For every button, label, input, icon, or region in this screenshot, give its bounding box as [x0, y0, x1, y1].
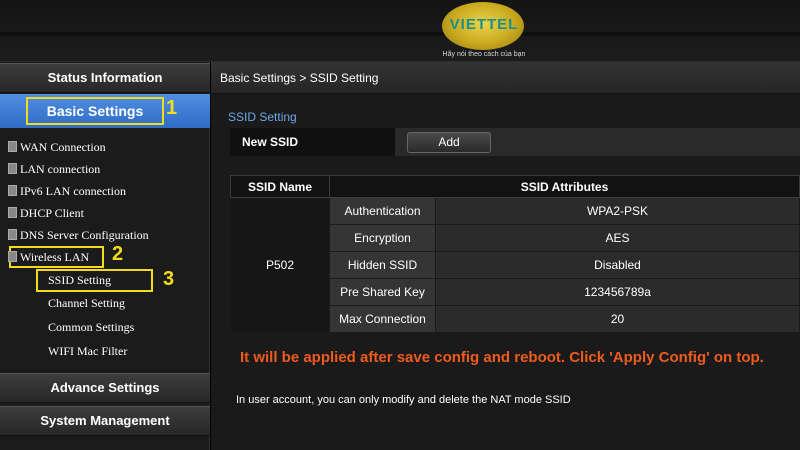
sidebar-item-wireless-lan[interactable]: Wireless LAN: [8, 247, 89, 267]
table-row: P502 Authentication WPA2-PSK: [230, 197, 800, 333]
sidebar-item-label: DHCP Client: [20, 206, 84, 220]
ssid-table: SSID Name SSID Attributes P502 Authentic…: [230, 175, 800, 333]
sidebar: Status Information Basic Settings 1 WAN …: [0, 62, 210, 450]
sidebar-item-label: Wireless LAN: [20, 250, 90, 264]
sidebar-subitem-common-settings[interactable]: Common Settings: [48, 317, 134, 337]
viettel-logo: VIETTEL Hãy nói theo cách của bạn: [428, 2, 540, 60]
attribute-value: 123456789a: [435, 278, 800, 306]
section-title: SSID Setting: [228, 110, 297, 124]
annotation-number-2: 2: [112, 243, 124, 265]
sidebar-item-dhcp-client[interactable]: DHCP Client: [8, 203, 84, 223]
apply-config-warning: It will be applied after save config and…: [240, 349, 764, 366]
logo-slogan: Hãy nói theo cách của bạn: [442, 51, 526, 58]
table-header-row: SSID Name SSID Attributes: [230, 175, 800, 198]
top-header: VIETTEL Hãy nói theo cách của bạn: [0, 0, 800, 62]
attribute-label: Pre Shared Key: [329, 278, 436, 306]
page-icon: [8, 141, 17, 152]
column-header-ssid-attributes: SSID Attributes: [329, 175, 800, 198]
sidebar-status-information[interactable]: Status Information: [0, 63, 210, 93]
logo-text: VIETTEL: [449, 16, 519, 33]
attribute-label: Encryption: [329, 224, 436, 252]
sidebar-item-label: WAN Connection: [20, 140, 106, 154]
user-account-note: In user account, you can only modify and…: [236, 394, 571, 406]
annotation-number-3: 3: [163, 268, 175, 290]
page-icon: [8, 251, 17, 262]
attribute-value: AES: [435, 224, 800, 252]
sidebar-item-dns-server-configuration[interactable]: DNS Server Configuration: [8, 225, 149, 245]
attribute-label: Hidden SSID: [329, 251, 436, 279]
ssid-name-cell: P502: [230, 197, 330, 333]
attribute-label: Authentication: [329, 197, 436, 225]
attribute-value: 20: [435, 305, 800, 333]
sidebar-item-wan-connection[interactable]: WAN Connection: [8, 137, 106, 157]
page-icon: [8, 207, 17, 218]
column-header-ssid-name: SSID Name: [230, 175, 330, 198]
sidebar-basic-settings[interactable]: Basic Settings 1: [0, 94, 210, 128]
sidebar-subitem-channel-setting[interactable]: Channel Setting: [48, 293, 125, 313]
sidebar-item-ipv6-lan-connection[interactable]: IPv6 LAN connection: [8, 181, 126, 201]
header-stripe: [0, 32, 800, 36]
annotation-number-1: 1: [166, 97, 178, 119]
attribute-value: Disabled: [435, 251, 800, 279]
new-ssid-row: New SSID Add: [230, 128, 800, 156]
main-content: Basic Settings > SSID Setting SSID Setti…: [211, 62, 800, 450]
sidebar-basic-settings-label: Basic Settings: [26, 97, 164, 125]
attribute-value: WPA2-PSK: [435, 197, 800, 225]
page-icon: [8, 185, 17, 196]
new-ssid-label: New SSID: [230, 128, 395, 156]
sidebar-item-label: LAN connection: [20, 162, 101, 176]
sidebar-subitem-wifi-mac-filter[interactable]: WIFI Mac Filter: [48, 341, 127, 361]
page-icon: [8, 163, 17, 174]
sidebar-item-label: DNS Server Configuration: [20, 228, 149, 242]
sidebar-item-lan-connection[interactable]: LAN connection: [8, 159, 100, 179]
add-ssid-button[interactable]: Add: [407, 132, 491, 153]
sidebar-advance-settings[interactable]: Advance Settings: [0, 373, 210, 403]
sidebar-subitem-ssid-setting[interactable]: SSID Setting: [48, 270, 111, 290]
sidebar-system-management[interactable]: System Management: [0, 406, 210, 436]
sidebar-item-label: IPv6 LAN connection: [20, 184, 126, 198]
breadcrumb: Basic Settings > SSID Setting: [211, 62, 800, 94]
attribute-label: Max Connection: [329, 305, 436, 333]
page-icon: [8, 229, 17, 240]
